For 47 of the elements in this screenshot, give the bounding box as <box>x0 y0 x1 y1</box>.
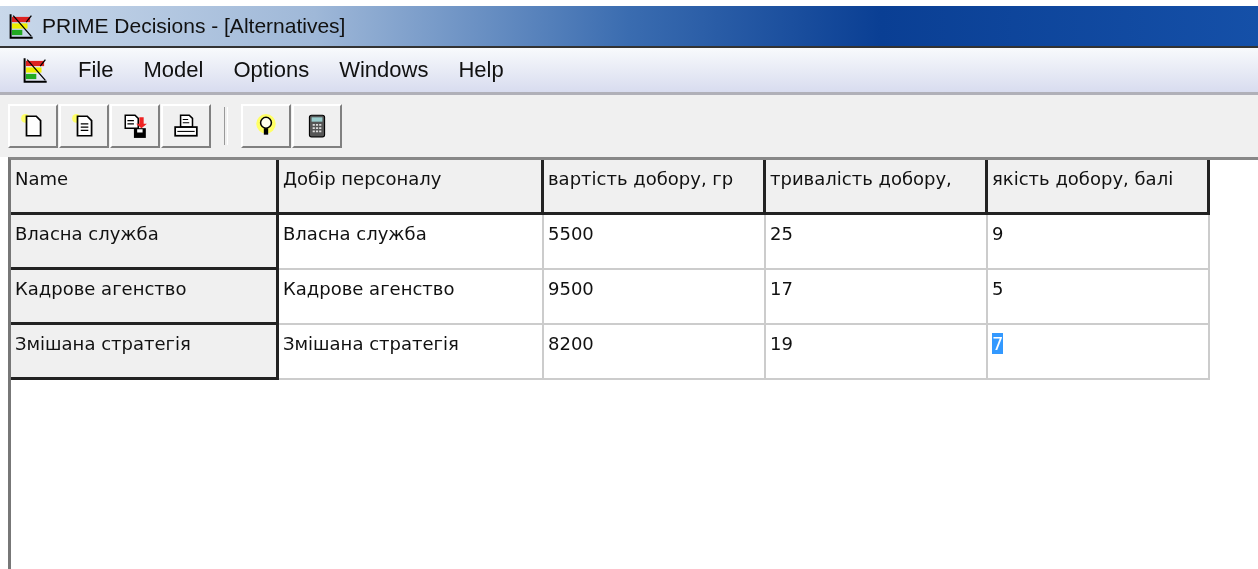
cell-text: Змішана стратегія <box>283 333 459 354</box>
cell-text: 9 <box>992 223 1004 244</box>
cell-text: 5 <box>992 278 1004 299</box>
table-cell[interactable]: 25 <box>766 215 988 270</box>
column-header[interactable]: Добір персоналу <box>279 160 544 215</box>
save-button[interactable] <box>110 104 160 148</box>
table-cell[interactable]: 17 <box>766 270 988 325</box>
menu-item[interactable]: Options <box>233 57 310 83</box>
cell-text: 19 <box>770 333 793 354</box>
column-header[interactable]: тривалість добору, <box>766 160 988 215</box>
chart-icon <box>8 13 34 39</box>
calculator-button[interactable] <box>292 104 342 148</box>
cell-text: 25 <box>770 223 793 244</box>
table-cell[interactable]: Змішана стратегія <box>279 325 544 380</box>
window-title: PRIME Decisions - [Alternatives] <box>42 14 346 38</box>
table-cell[interactable]: 8200 <box>544 325 766 380</box>
cell-text: Кадрове агенство <box>283 278 455 299</box>
cell-text: 9500 <box>548 278 594 299</box>
table-cell[interactable]: 9500 <box>544 270 766 325</box>
save-icon <box>122 113 148 139</box>
menu-item[interactable]: File <box>78 57 114 83</box>
column-header[interactable]: вартість добору, гр <box>544 160 766 215</box>
row-header[interactable]: Власна служба <box>11 215 279 270</box>
chart-icon[interactable] <box>22 57 48 83</box>
printer-icon <box>173 113 199 139</box>
print-button[interactable] <box>161 104 211 148</box>
cell-text: 5500 <box>548 223 594 244</box>
menu-item[interactable]: Windows <box>339 57 429 83</box>
cell-text: 17 <box>770 278 793 299</box>
column-header[interactable]: Name <box>11 160 279 215</box>
menu-item[interactable]: Model <box>143 57 204 83</box>
table-cell[interactable]: 9 <box>988 215 1210 270</box>
cell-text: 7 <box>992 333 1004 354</box>
row-header[interactable]: Змішана стратегія <box>11 325 279 380</box>
table-cell[interactable]: 5500 <box>544 215 766 270</box>
cell-text: Власна служба <box>283 223 427 244</box>
lightbulb-button[interactable] <box>241 104 291 148</box>
document-button[interactable] <box>59 104 109 148</box>
table-cell[interactable]: 19 <box>766 325 988 380</box>
table-cell[interactable]: Кадрове агенство <box>279 270 544 325</box>
column-header[interactable]: якість добору, балі <box>988 160 1210 215</box>
row-header[interactable]: Кадрове агенство <box>11 270 279 325</box>
menu-item[interactable]: Help <box>458 57 504 83</box>
cell-text: 8200 <box>548 333 594 354</box>
table-cell[interactable]: 5 <box>988 270 1210 325</box>
new-document-button[interactable] <box>8 104 58 148</box>
table-cell[interactable]: Власна служба <box>279 215 544 270</box>
